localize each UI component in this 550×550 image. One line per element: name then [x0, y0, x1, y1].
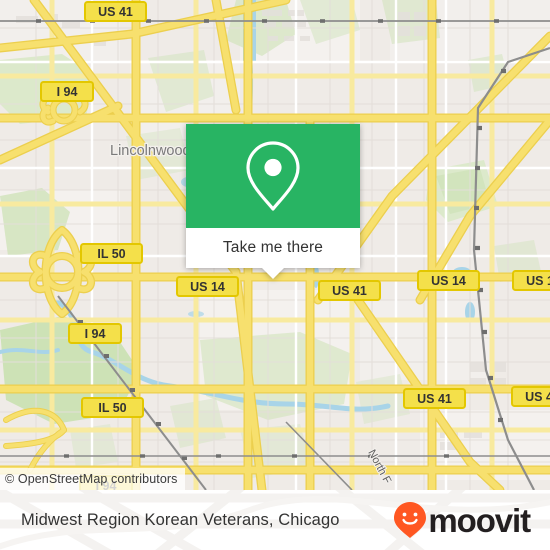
- moovit-smiley-pin-icon: [394, 502, 427, 538]
- highway-shield: US 14: [512, 270, 550, 291]
- highway-shield: US 14: [417, 270, 480, 291]
- place-title: Midwest Region Korean Veterans, Chicago: [21, 510, 340, 529]
- footer-bar: Midwest Region Korean Veterans, Chicago …: [0, 490, 550, 550]
- callout-icon-area: [186, 124, 360, 228]
- highway-shield: IL 50: [81, 397, 144, 418]
- highway-shield-label: US 14: [190, 280, 225, 294]
- highway-shield: I 94: [40, 81, 94, 102]
- highway-shield-label: US 41: [525, 390, 550, 404]
- callout-action-area[interactable]: Take me there: [186, 228, 360, 279]
- highway-shield-label: US 14: [526, 274, 550, 288]
- take-me-there-callout[interactable]: Take me there: [186, 124, 360, 279]
- location-pin-icon: [246, 141, 300, 211]
- highway-shield: US 41: [511, 386, 550, 407]
- highway-shield-label: IL 50: [98, 401, 126, 415]
- highway-shield: US 41: [403, 388, 466, 409]
- highway-shield-label: US 14: [431, 274, 466, 288]
- highway-shield: I 94: [68, 323, 122, 344]
- callout-tail-pointer: [262, 268, 284, 279]
- map-place-labels: Lincolnwood: [109, 142, 192, 161]
- highway-shield: US 41: [84, 1, 147, 22]
- map-attribution[interactable]: © OpenStreetMap contributors: [0, 468, 185, 490]
- highway-shield: US 41: [318, 280, 381, 301]
- highway-shield: IL 50: [80, 243, 143, 264]
- map-place-label: Lincolnwood: [110, 143, 191, 159]
- moovit-wordmark: moovit: [428, 501, 531, 539]
- moovit-logo: moovit: [393, 501, 531, 539]
- highway-shield-label: IL 50: [97, 247, 125, 261]
- highway-shield-label: US 41: [332, 284, 367, 298]
- highway-shield: US 14: [176, 276, 239, 297]
- highway-shield-label: US 41: [98, 5, 133, 19]
- attribution-text: © OpenStreetMap contributors: [5, 472, 178, 486]
- highway-shield-label: US 41: [417, 392, 452, 406]
- highway-shield-label: I 94: [57, 85, 78, 99]
- highway-shield-label: I 94: [85, 327, 106, 341]
- moovit-map-screen: .land { fill:#efebe7; } .blk { fill:#f2e…: [0, 0, 550, 550]
- take-me-there-label: Take me there: [222, 239, 324, 256]
